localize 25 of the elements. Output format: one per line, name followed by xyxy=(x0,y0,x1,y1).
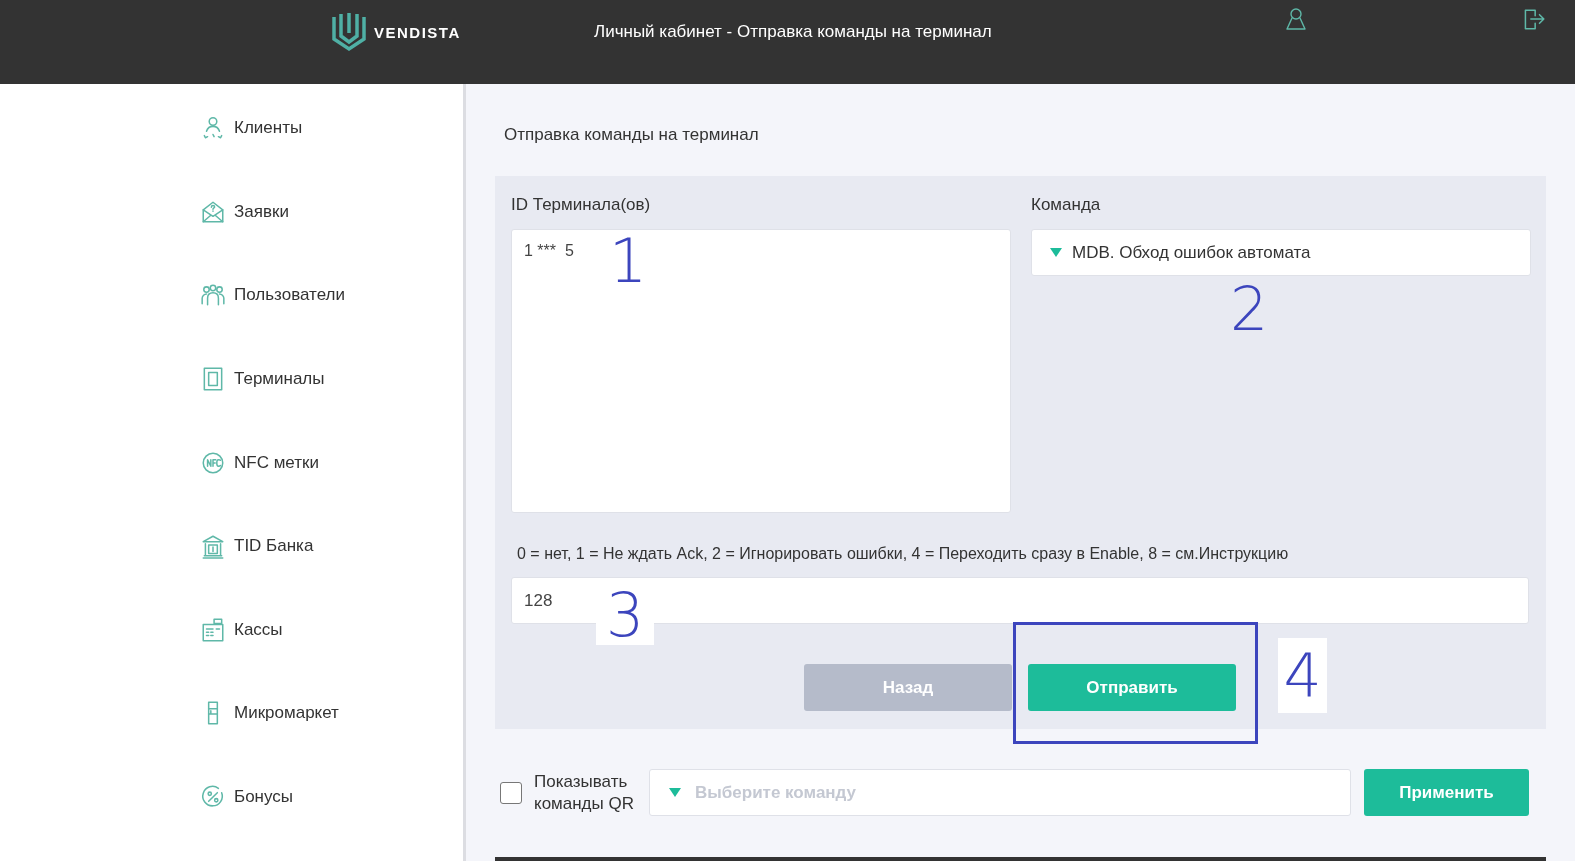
sidebar-item[interactable]: Бонусы xyxy=(200,776,420,861)
field-label: ID Терминала(ов) xyxy=(511,195,652,216)
logo-text: VENDISTA xyxy=(374,23,461,41)
sidebar-item[interactable]: Пользователи xyxy=(200,275,420,359)
annotation-number: 1 xyxy=(607,229,649,293)
sidebar-item[interactable]: Терминалы xyxy=(200,358,420,443)
sidebar-item[interactable]: Клиенты xyxy=(200,108,420,192)
sidebar-item[interactable]: TID Банка xyxy=(200,525,420,610)
sidebar-item[interactable]: Кассы xyxy=(200,609,420,694)
sidebar-item[interactable]: Заявки xyxy=(200,191,420,276)
field-label: Команда xyxy=(1031,195,1102,216)
user-icon[interactable] xyxy=(1284,6,1308,32)
checkbox[interactable] xyxy=(500,781,522,804)
checkbox-label: Показывать команды QR xyxy=(534,770,635,815)
annotation-number: 4 xyxy=(1278,638,1327,713)
cash-register-icon xyxy=(200,616,226,643)
sidebar-item[interactable]: Микромаркет xyxy=(200,693,420,777)
command-dropdown[interactable]: MDB. Обход ошибок автомата xyxy=(1031,229,1531,276)
logo-icon xyxy=(330,11,368,53)
annotation-number: 2 xyxy=(1228,277,1270,341)
sidebar-item[interactable]: NFC метки xyxy=(200,442,420,526)
section-title: Отправка команды на терминал xyxy=(504,125,760,146)
bank-icon xyxy=(200,533,226,560)
parameter-hint: 0 = нет, 1 = Не ждать Ack, 2 = Игнорировать ошибки, 4 = Переходить сразу в Enable, 8 = см.Инструкцию xyxy=(517,545,1290,564)
page-header-title: Личный кабинет - Отправка команды на терминал xyxy=(594,22,992,42)
